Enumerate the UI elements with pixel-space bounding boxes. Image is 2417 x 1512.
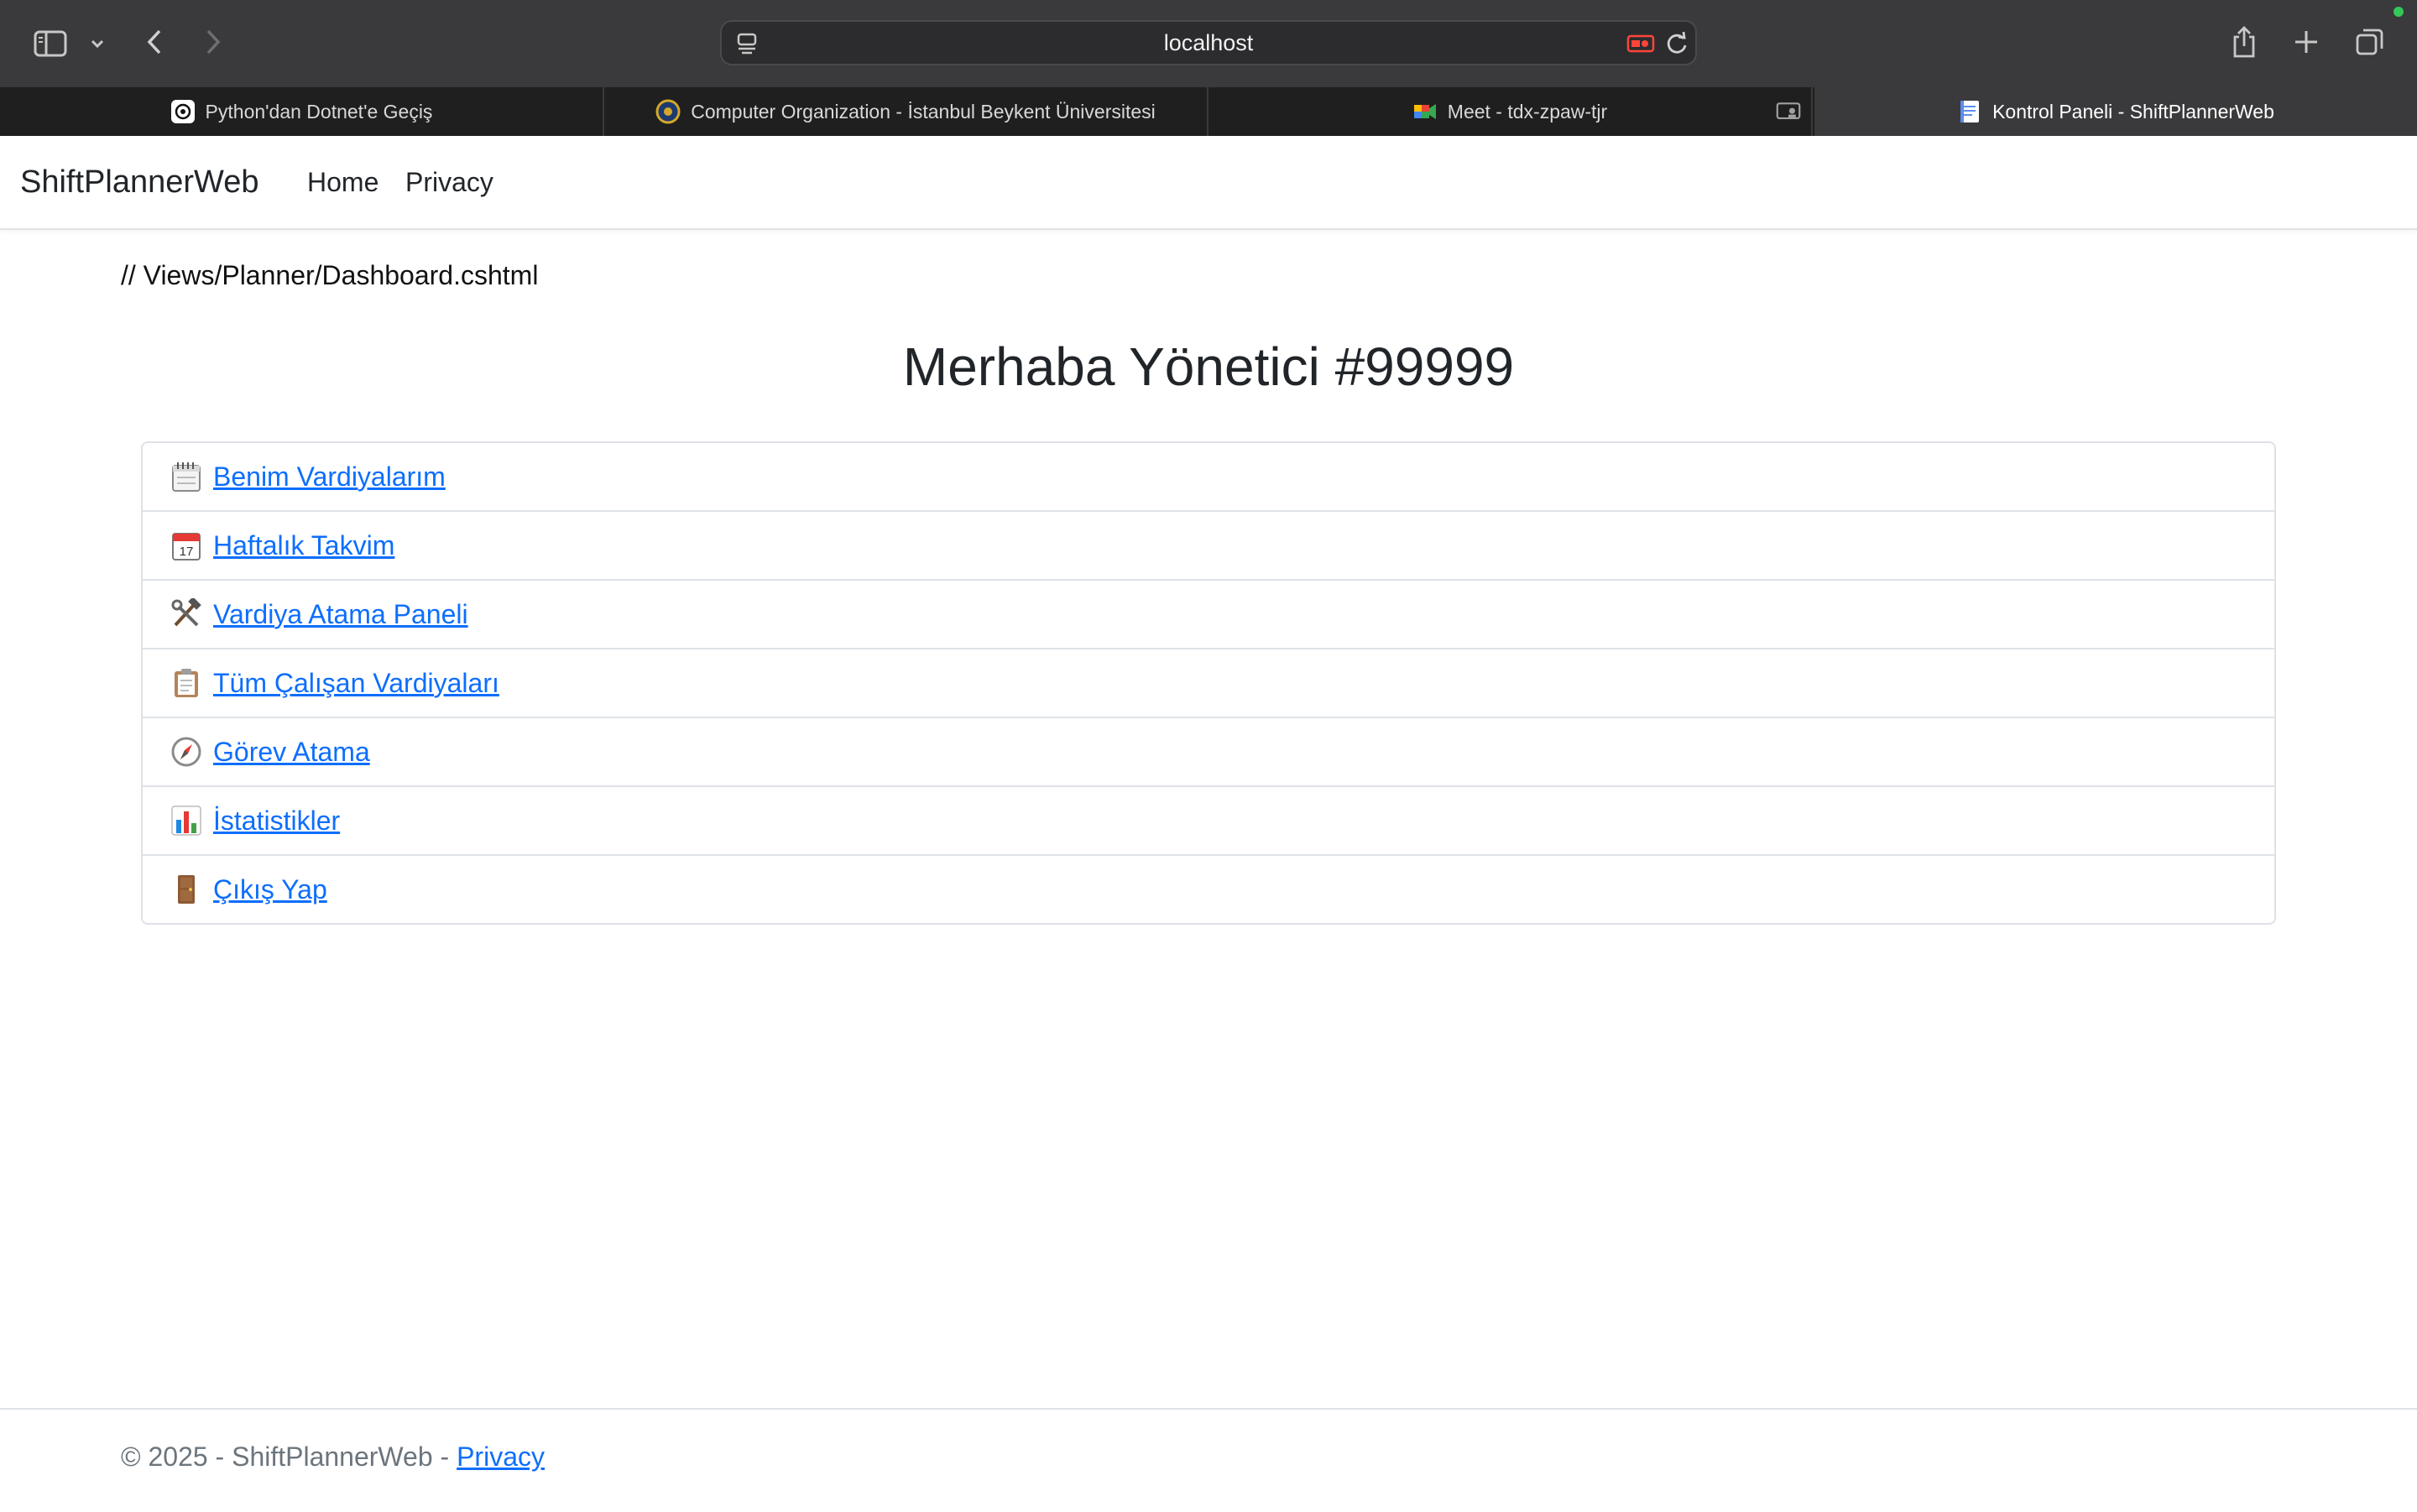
statistics-link[interactable]: İstatistikler (170, 804, 340, 837)
list-item: İstatistikler (143, 787, 2274, 856)
university-seal-icon (655, 99, 681, 124)
list-item: 17 Haftalık Takvim (143, 512, 2274, 581)
list-item: Vardiya Atama Paneli (143, 581, 2274, 649)
copyright-text: © 2025 - ShiftPlannerWeb - (121, 1442, 457, 1472)
calendar-icon: 17 (170, 529, 203, 562)
tab-python-dotnet[interactable]: Python'dan Dotnet'e Geçiş (0, 87, 604, 136)
spiral-calendar-icon (170, 460, 203, 493)
tab-meet[interactable]: Meet - tdx-zpaw-tjr (1208, 87, 1813, 136)
list-item: Görev Atama (143, 718, 2274, 787)
shift-assignment-panel-link[interactable]: Vardiya Atama Paneli (170, 597, 468, 631)
list-item: Çıkış Yap (143, 856, 2274, 923)
list-item: Benim Vardiyalarım (143, 443, 2274, 512)
clipboard-icon (170, 666, 203, 700)
status-indicator (2394, 7, 2404, 17)
tab-bar: Python'dan Dotnet'e Geçiş Computer Organ… (0, 87, 2417, 137)
brand-link[interactable]: ShiftPlannerWeb (20, 136, 258, 228)
my-shifts-link[interactable]: Benim Vardiyalarım (170, 460, 446, 493)
weekly-calendar-link[interactable]: 17 Haftalık Takvim (170, 529, 394, 562)
list-item: Tüm Çalışan Vardiyaları (143, 649, 2274, 718)
site-navbar: ShiftPlannerWeb Home Privacy (0, 136, 2417, 230)
tab-kontrol-paneli[interactable]: Kontrol Paneli - ShiftPlannerWeb (1814, 87, 2417, 136)
sidebar-toggle-icon[interactable] (34, 27, 67, 60)
menu-label: Çıkış Yap (213, 873, 327, 905)
task-assignment-link[interactable]: Görev Atama (170, 735, 370, 769)
tab-computer-organization[interactable]: Computer Organization - İstanbul Beykent… (604, 87, 1208, 136)
openai-icon (170, 99, 196, 124)
all-employee-shifts-link[interactable]: Tüm Çalışan Vardiyaları (170, 666, 499, 700)
nav-home-link[interactable]: Home (307, 136, 378, 228)
tab-overview-icon[interactable] (2353, 25, 2387, 59)
nav-privacy-link[interactable]: Privacy (405, 136, 493, 228)
tab-title: Meet - tdx-zpaw-tjr (1447, 100, 1608, 123)
compass-icon (170, 735, 203, 769)
share-icon[interactable] (2229, 23, 2259, 60)
svg-text:17: 17 (180, 545, 194, 559)
chevron-down-icon[interactable] (87, 34, 107, 54)
browser-toolbar: localhost (0, 0, 2417, 87)
camera-recording-icon[interactable] (1625, 32, 1658, 55)
menu-label: İstatistikler (213, 805, 341, 836)
footer-privacy-link[interactable]: Privacy (457, 1442, 545, 1472)
tab-title: Kontrol Paneli - ShiftPlannerWeb (1992, 100, 2274, 123)
address-bar[interactable]: localhost (720, 20, 1697, 65)
bar-chart-icon (170, 804, 203, 837)
back-icon[interactable] (141, 25, 168, 59)
menu-label: Görev Atama (213, 736, 370, 767)
tab-title: Computer Organization - İstanbul Beykent… (691, 100, 1156, 123)
menu-label: Vardiya Atama Paneli (213, 598, 468, 629)
forward-icon[interactable] (200, 25, 227, 59)
menu-label: Benim Vardiyalarım (213, 461, 446, 492)
menu-label: Haftalık Takvim (213, 529, 395, 560)
new-tab-icon[interactable] (2291, 27, 2321, 57)
url-text[interactable]: localhost (722, 22, 1695, 64)
door-icon (170, 873, 203, 906)
reload-icon[interactable] (1663, 30, 1690, 57)
screen-share-icon (1776, 99, 1801, 124)
page-title: Merhaba Yönetici #99999 (902, 336, 1515, 397)
document-icon (1957, 99, 1982, 124)
dashboard-menu: Benim Vardiyalarım 17 Haftalık Takvim Va… (141, 441, 2276, 925)
view-path-comment: // Views/Planner/Dashboard.cshtml (121, 260, 539, 290)
logout-link[interactable]: Çıkış Yap (170, 873, 327, 906)
google-meet-icon (1412, 99, 1438, 124)
footer-text: © 2025 - ShiftPlannerWeb - Privacy (121, 1442, 545, 1473)
site-footer: © 2025 - ShiftPlannerWeb - Privacy (0, 1408, 2417, 1512)
menu-label: Tüm Çalışan Vardiyaları (213, 667, 499, 698)
hammer-wrench-icon (170, 597, 203, 631)
tab-title: Python'dan Dotnet'e Geçiş (205, 100, 433, 123)
